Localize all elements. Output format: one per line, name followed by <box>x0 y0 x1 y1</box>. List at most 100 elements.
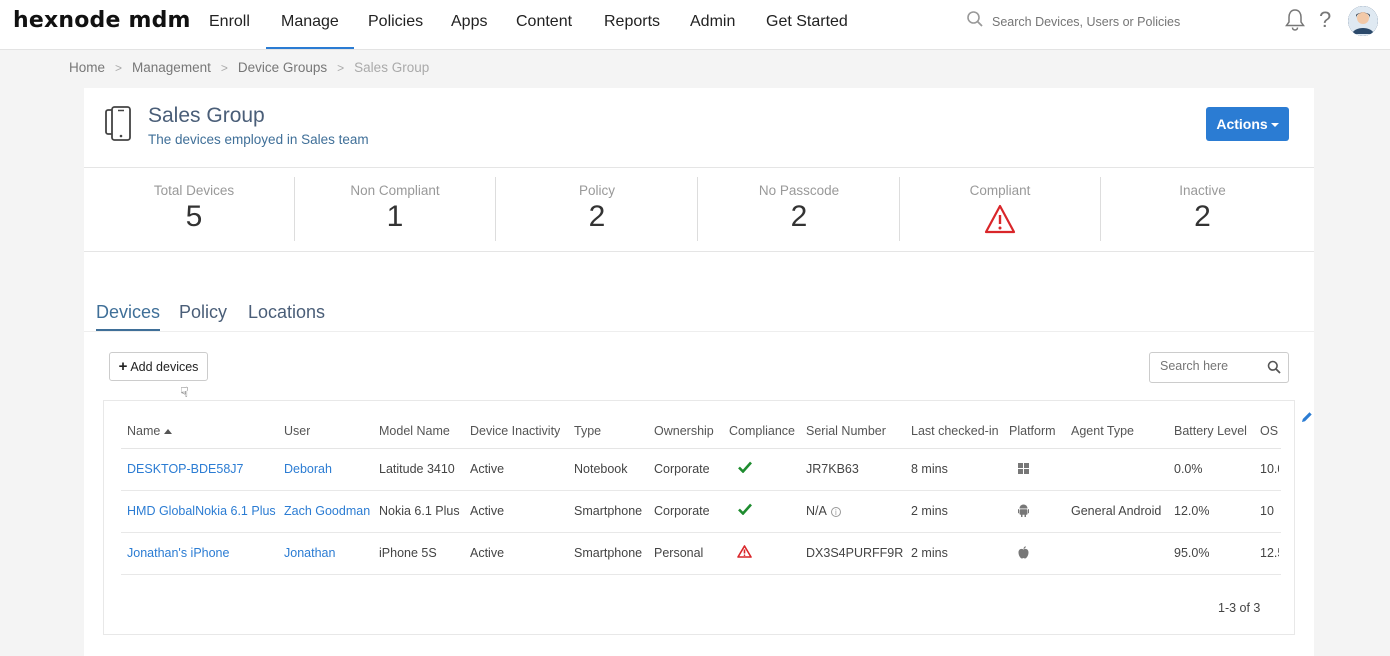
nav-manage[interactable]: Manage <box>266 0 354 49</box>
global-search-input[interactable] <box>992 12 1222 32</box>
user-link[interactable]: Zach Goodman <box>284 504 370 518</box>
inactivity-status: Active <box>470 504 505 518</box>
nav-admin[interactable]: Admin <box>675 0 750 49</box>
nav-get-started[interactable]: Get Started <box>751 0 863 49</box>
ownership: Personal <box>654 546 704 560</box>
breadcrumb-management[interactable]: Management <box>132 60 211 75</box>
add-devices-button[interactable]: + Add devices <box>109 352 208 381</box>
ownership: Corporate <box>654 504 710 518</box>
breadcrumb-current: Sales Group <box>354 60 430 75</box>
info-icon[interactable]: i <box>830 506 841 517</box>
column-header-compliance[interactable]: Compliance <box>729 424 795 438</box>
group-card: Sales Group The devices employed in Sale… <box>84 88 1314 656</box>
android-icon <box>1018 504 1029 520</box>
device-type: Notebook <box>574 462 628 476</box>
stats-bar: Total Devices 5 Non Compliant 1 Policy 2… <box>84 168 1314 252</box>
stat-value: 1 <box>386 200 404 233</box>
column-header-type[interactable]: Type <box>574 424 601 438</box>
bell-icon[interactable] <box>1284 8 1306 37</box>
table-row[interactable]: Jonathan's iPhone Jonathan iPhone 5S Act… <box>121 533 1281 575</box>
chevron-right-icon: > <box>115 61 123 75</box>
os-version: 10 <box>1260 504 1274 518</box>
breadcrumb: Home > Management > Device Groups > Sales Grou… <box>69 60 429 78</box>
avatar[interactable] <box>1348 6 1378 36</box>
column-header-battery[interactable]: Battery Level <box>1174 424 1247 438</box>
check-icon <box>738 503 752 518</box>
breadcrumb-home[interactable]: Home <box>69 60 105 75</box>
actions-label: Actions <box>1216 116 1268 132</box>
stat-label: Total Devices <box>153 183 235 198</box>
stat-no-passcode[interactable]: No Passcode 2 <box>699 177 900 241</box>
os-version: 10.0 <box>1260 462 1279 476</box>
table-row[interactable]: DESKTOP-BDE58J7 Deborah Latitude 3410 Ac… <box>121 449 1281 491</box>
tab-locations[interactable]: Locations <box>248 302 325 329</box>
nav-enroll[interactable]: Enroll <box>194 0 265 49</box>
last-checked-in: 2 mins <box>911 504 948 518</box>
edit-columns-icon[interactable] <box>1301 410 1313 428</box>
device-type: Smartphone <box>574 504 643 518</box>
column-header-checked-in[interactable]: Last checked-in <box>911 424 999 438</box>
column-header-platform[interactable]: Platform <box>1009 424 1056 438</box>
stat-label: Compliant <box>969 183 1031 198</box>
logo[interactable]: hexnode mdm <box>13 8 191 33</box>
breadcrumb-device-groups[interactable]: Device Groups <box>238 60 327 75</box>
nav-content[interactable]: Content <box>501 0 587 49</box>
stat-value: 5 <box>185 200 203 233</box>
device-name-link[interactable]: Jonathan's iPhone <box>127 546 229 560</box>
battery-level: 95.0% <box>1174 546 1210 560</box>
user-link[interactable]: Jonathan <box>284 546 335 560</box>
stat-total-devices[interactable]: Total Devices 5 <box>94 177 295 241</box>
stat-value: 2 <box>588 200 606 233</box>
hand-cursor-icon: ☟ <box>180 384 189 400</box>
chevron-right-icon: > <box>337 61 345 75</box>
stat-inactive[interactable]: Inactive 2 <box>1102 177 1303 241</box>
add-devices-label: Add devices <box>130 360 199 374</box>
windows-icon <box>1018 463 1029 477</box>
chevron-right-icon: > <box>220 61 228 75</box>
actions-button[interactable]: Actions <box>1206 107 1289 141</box>
last-checked-in: 8 mins <box>911 462 948 476</box>
stat-label: No Passcode <box>758 183 840 198</box>
user-link[interactable]: Deborah <box>284 462 332 476</box>
serial-number: N/A i <box>806 504 841 518</box>
column-header-model[interactable]: Model Name <box>379 424 450 438</box>
ownership: Corporate <box>654 462 710 476</box>
warning-icon <box>900 204 1100 239</box>
stat-value: 2 <box>790 200 808 233</box>
column-header-ownership[interactable]: Ownership <box>654 424 714 438</box>
table-row[interactable]: HMD GlobalNokia 6.1 Plus Zach Goodman No… <box>121 491 1281 533</box>
tab-devices[interactable]: Devices <box>96 302 161 331</box>
column-header-user[interactable]: User <box>284 424 310 438</box>
sort-ascending-icon <box>164 429 173 435</box>
inactivity-status: Active <box>470 462 505 476</box>
device-name-link[interactable]: HMD GlobalNokia 6.1 Plus <box>127 504 276 518</box>
table-header: Name User Model Name Device Inactivity T… <box>121 415 1281 449</box>
model-name: Nokia 6.1 Plus <box>379 504 460 518</box>
os-version: 12.5 <box>1260 546 1279 560</box>
tab-policy[interactable]: Policy <box>179 302 227 329</box>
serial-number: JR7KB63 <box>806 462 859 476</box>
stat-label: Non Compliant <box>350 183 440 198</box>
nav-apps[interactable]: Apps <box>436 0 502 49</box>
stat-policy[interactable]: Policy 2 <box>497 177 698 241</box>
column-header-agent[interactable]: Agent Type <box>1071 424 1134 438</box>
table-search-input[interactable] <box>1160 359 1265 373</box>
group-title: Sales Group <box>148 104 265 127</box>
column-header-inactivity[interactable]: Device Inactivity <box>470 424 560 438</box>
search-icon[interactable] <box>1267 360 1281 379</box>
nav-policies[interactable]: Policies <box>353 0 438 49</box>
stat-compliant[interactable]: Compliant <box>900 177 1101 241</box>
pagination-info: 1-3 of 3 <box>1218 601 1261 615</box>
stat-non-compliant[interactable]: Non Compliant 1 <box>295 177 496 241</box>
column-header-os[interactable]: OS <box>1260 424 1279 438</box>
search-icon <box>966 10 984 33</box>
check-icon <box>738 461 752 476</box>
help-icon[interactable]: ? <box>1319 7 1331 33</box>
group-subtitle: The devices employed in Sales team <box>148 132 369 147</box>
column-header-serial[interactable]: Serial Number <box>806 424 886 438</box>
column-header-name[interactable]: Name <box>127 424 173 438</box>
model-name: Latitude 3410 <box>379 462 455 476</box>
device-name-link[interactable]: DESKTOP-BDE58J7 <box>127 462 243 476</box>
last-checked-in: 2 mins <box>911 546 948 560</box>
nav-reports[interactable]: Reports <box>589 0 675 49</box>
